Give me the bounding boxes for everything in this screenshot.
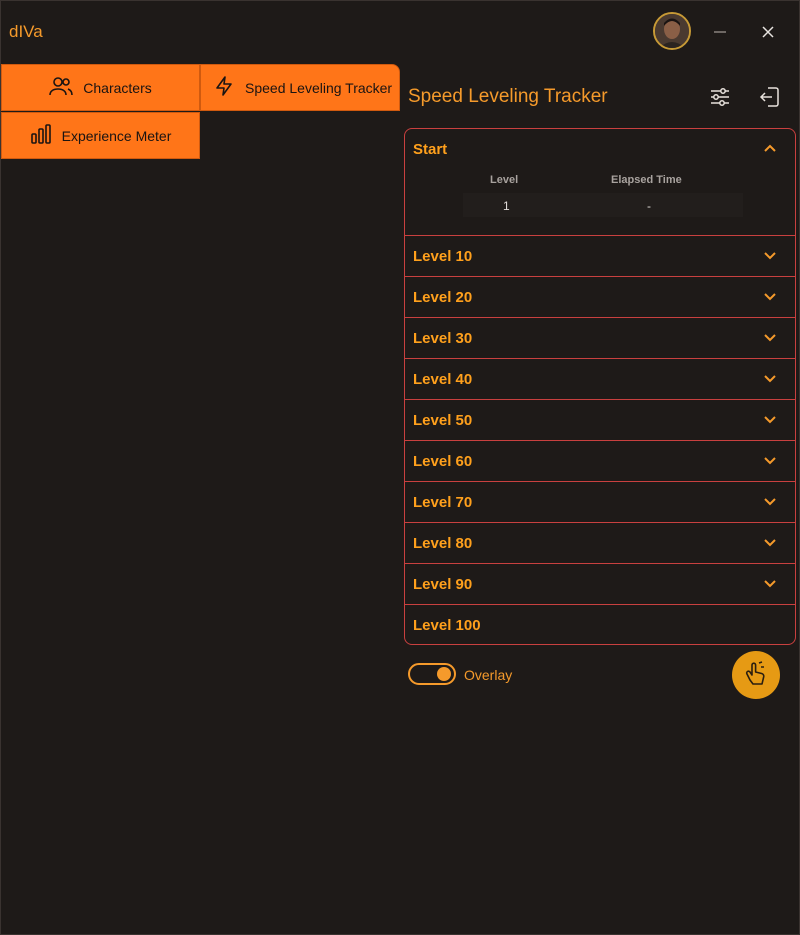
hand-pointer-icon bbox=[745, 661, 765, 685]
chevron-down-icon bbox=[764, 252, 776, 260]
chevron-down-icon bbox=[764, 539, 776, 547]
chevron-down-icon bbox=[764, 457, 776, 465]
accordion-label: Level 60 bbox=[413, 452, 473, 470]
chevron-down-icon bbox=[764, 293, 776, 301]
accordion-label: Level 30 bbox=[413, 329, 473, 347]
accordion-header-level-30[interactable]: Level 30 bbox=[405, 317, 795, 358]
accordion-header-level-10[interactable]: Level 10 bbox=[405, 235, 795, 276]
accordion-header-level-60[interactable]: Level 60 bbox=[405, 440, 795, 481]
hand-pointer-button[interactable] bbox=[732, 651, 780, 699]
accordion-label: Level 100 bbox=[413, 616, 481, 634]
lightning-icon bbox=[213, 75, 235, 100]
accordion-header-level-100[interactable]: Level 100 bbox=[405, 604, 795, 644]
accordion-label: Level 80 bbox=[413, 534, 473, 552]
accordion-header-level-90[interactable]: Level 90 bbox=[405, 563, 795, 604]
overlay-label: Overlay bbox=[464, 667, 513, 683]
toggle-knob bbox=[437, 667, 451, 681]
table-row: 1 - bbox=[463, 193, 743, 217]
logout-icon[interactable] bbox=[757, 84, 783, 110]
nav-label-speed-leveling-tracker: Speed Leveling Tracker bbox=[245, 79, 393, 96]
chevron-down-icon bbox=[764, 580, 776, 588]
chevron-up-icon bbox=[764, 144, 776, 152]
accordion-label: Level 20 bbox=[413, 288, 473, 306]
overlay-toggle[interactable] bbox=[408, 663, 456, 685]
nav-label-experience-meter: Experience Meter bbox=[61, 127, 172, 144]
start-table: Level Elapsed Time 1 - bbox=[405, 169, 795, 235]
chevron-down-icon bbox=[764, 498, 776, 506]
close-icon[interactable] bbox=[756, 20, 780, 44]
accordion-header-level-50[interactable]: Level 50 bbox=[405, 399, 795, 440]
accordion-header-level-80[interactable]: Level 80 bbox=[405, 522, 795, 563]
minimize-icon[interactable] bbox=[708, 20, 732, 44]
accordion-label: Level 40 bbox=[413, 370, 473, 388]
accordion-header-level-70[interactable]: Level 70 bbox=[405, 481, 795, 522]
nav-tile-speed-leveling-tracker[interactable]: Speed Leveling Tracker bbox=[200, 64, 400, 111]
accordion-label: Level 10 bbox=[413, 247, 473, 265]
accordion-label: Level 50 bbox=[413, 411, 473, 429]
chevron-down-icon bbox=[764, 416, 776, 424]
chevron-down-icon bbox=[764, 334, 776, 342]
bar-chart-icon bbox=[30, 124, 52, 147]
app-title: dIVa bbox=[9, 22, 43, 41]
level-accordion: Start Level Elapsed Time 1 - Level 10 Le… bbox=[404, 128, 796, 645]
cell-level: 1 bbox=[503, 199, 510, 213]
accordion-header-start[interactable]: Start bbox=[405, 129, 795, 169]
accordion-header-level-40[interactable]: Level 40 bbox=[405, 358, 795, 399]
accordion-label: Level 70 bbox=[413, 493, 473, 511]
accordion-header-level-20[interactable]: Level 20 bbox=[405, 276, 795, 317]
sliders-icon[interactable] bbox=[707, 84, 733, 110]
cell-elapsed-time: - bbox=[647, 199, 651, 213]
column-header-elapsed-time: Elapsed Time bbox=[611, 174, 682, 186]
column-header-level: Level bbox=[490, 174, 519, 186]
nav-label-characters: Characters bbox=[83, 79, 152, 96]
accordion-label-start: Start bbox=[413, 140, 448, 158]
people-icon bbox=[49, 76, 74, 99]
nav-tile-characters[interactable]: Characters bbox=[1, 64, 200, 111]
page-title: Speed Leveling Tracker bbox=[408, 86, 608, 107]
nav-tile-experience-meter[interactable]: Experience Meter bbox=[1, 112, 200, 159]
avatar[interactable] bbox=[653, 12, 691, 50]
chevron-down-icon bbox=[764, 375, 776, 383]
accordion-label: Level 90 bbox=[413, 575, 473, 593]
